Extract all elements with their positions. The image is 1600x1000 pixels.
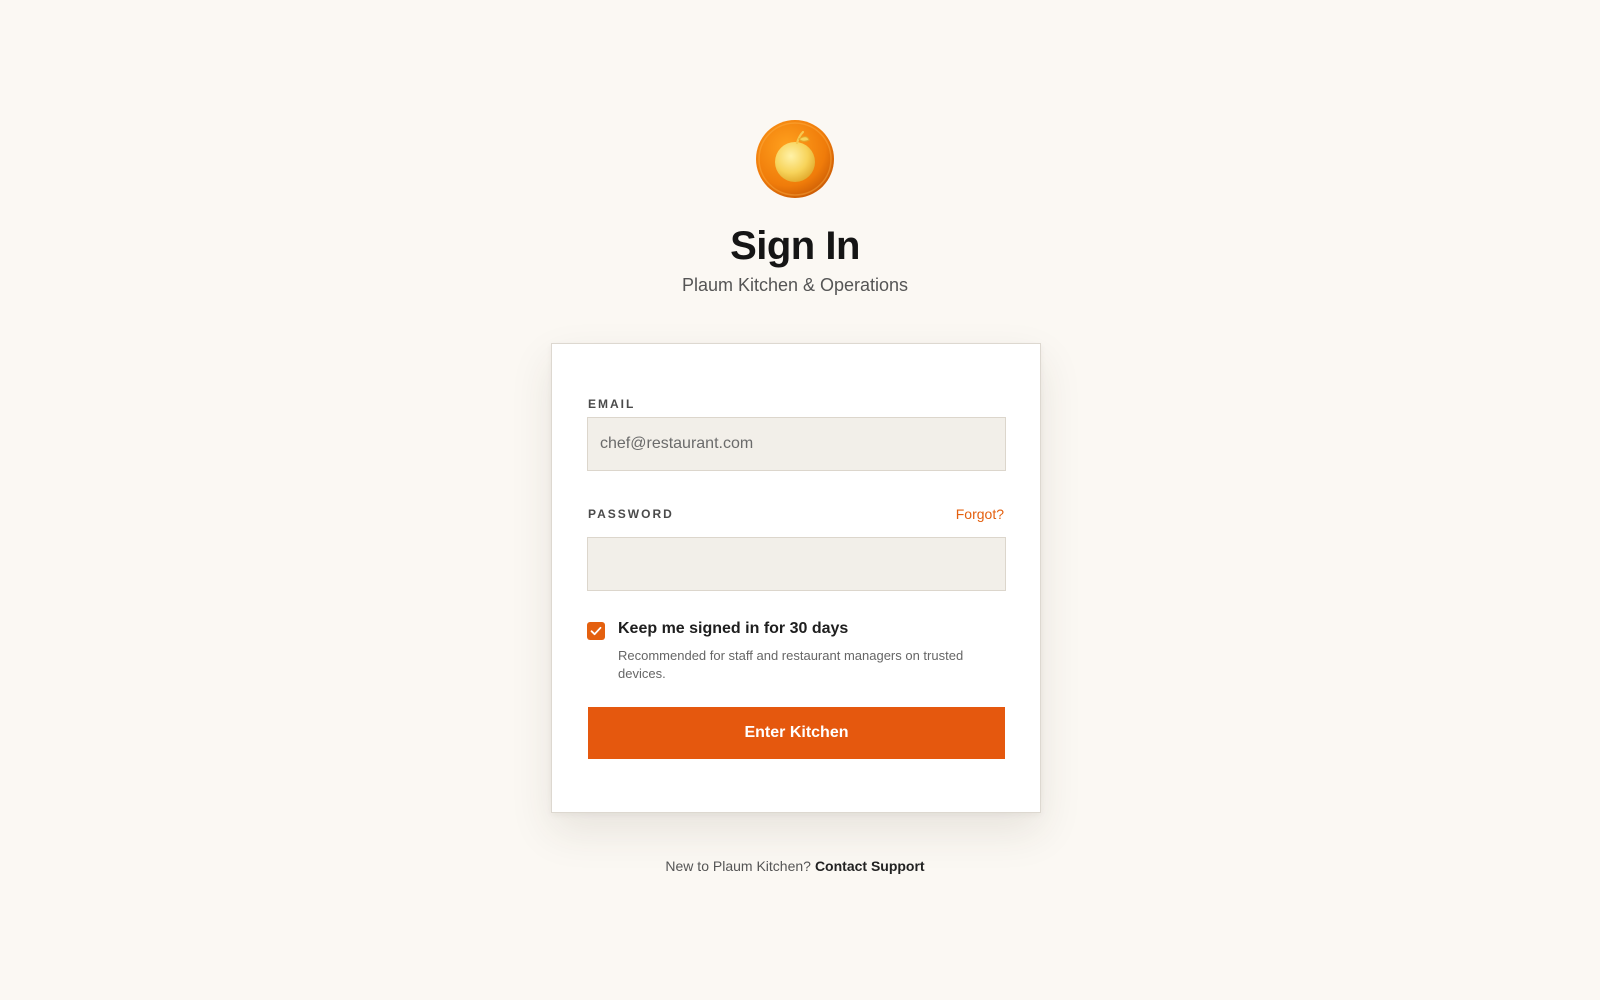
- email-field[interactable]: [587, 417, 1006, 471]
- orange-fruit-icon: [755, 119, 835, 199]
- checkmark-icon: [590, 626, 602, 636]
- contact-support-link[interactable]: Contact Support: [815, 858, 925, 874]
- remember-me-hint: Recommended for staff and restaurant man…: [618, 648, 964, 681]
- footer: New to Plaum Kitchen? Contact Support: [0, 858, 1590, 874]
- sign-in-page: Sign In Plaum Kitchen & Operations EMAIL…: [0, 0, 1600, 1000]
- page-subtitle: Plaum Kitchen & Operations: [681, 275, 909, 295]
- remember-me-checkbox[interactable]: [587, 622, 605, 640]
- sign-in-card: EMAIL PASSWORD Forgot? Keep me signed in…: [551, 343, 1041, 813]
- forgot-password-link[interactable]: Forgot?: [956, 506, 1004, 522]
- enter-kitchen-button[interactable]: Enter Kitchen: [588, 707, 1005, 759]
- password-label: PASSWORD: [588, 507, 674, 521]
- footer-prompt: New to Plaum Kitchen?: [665, 858, 811, 874]
- remember-me-label[interactable]: Keep me signed in for 30 days: [618, 620, 848, 638]
- page-title: Sign In: [730, 224, 860, 268]
- email-label: EMAIL: [588, 397, 636, 411]
- password-field[interactable]: [587, 537, 1006, 591]
